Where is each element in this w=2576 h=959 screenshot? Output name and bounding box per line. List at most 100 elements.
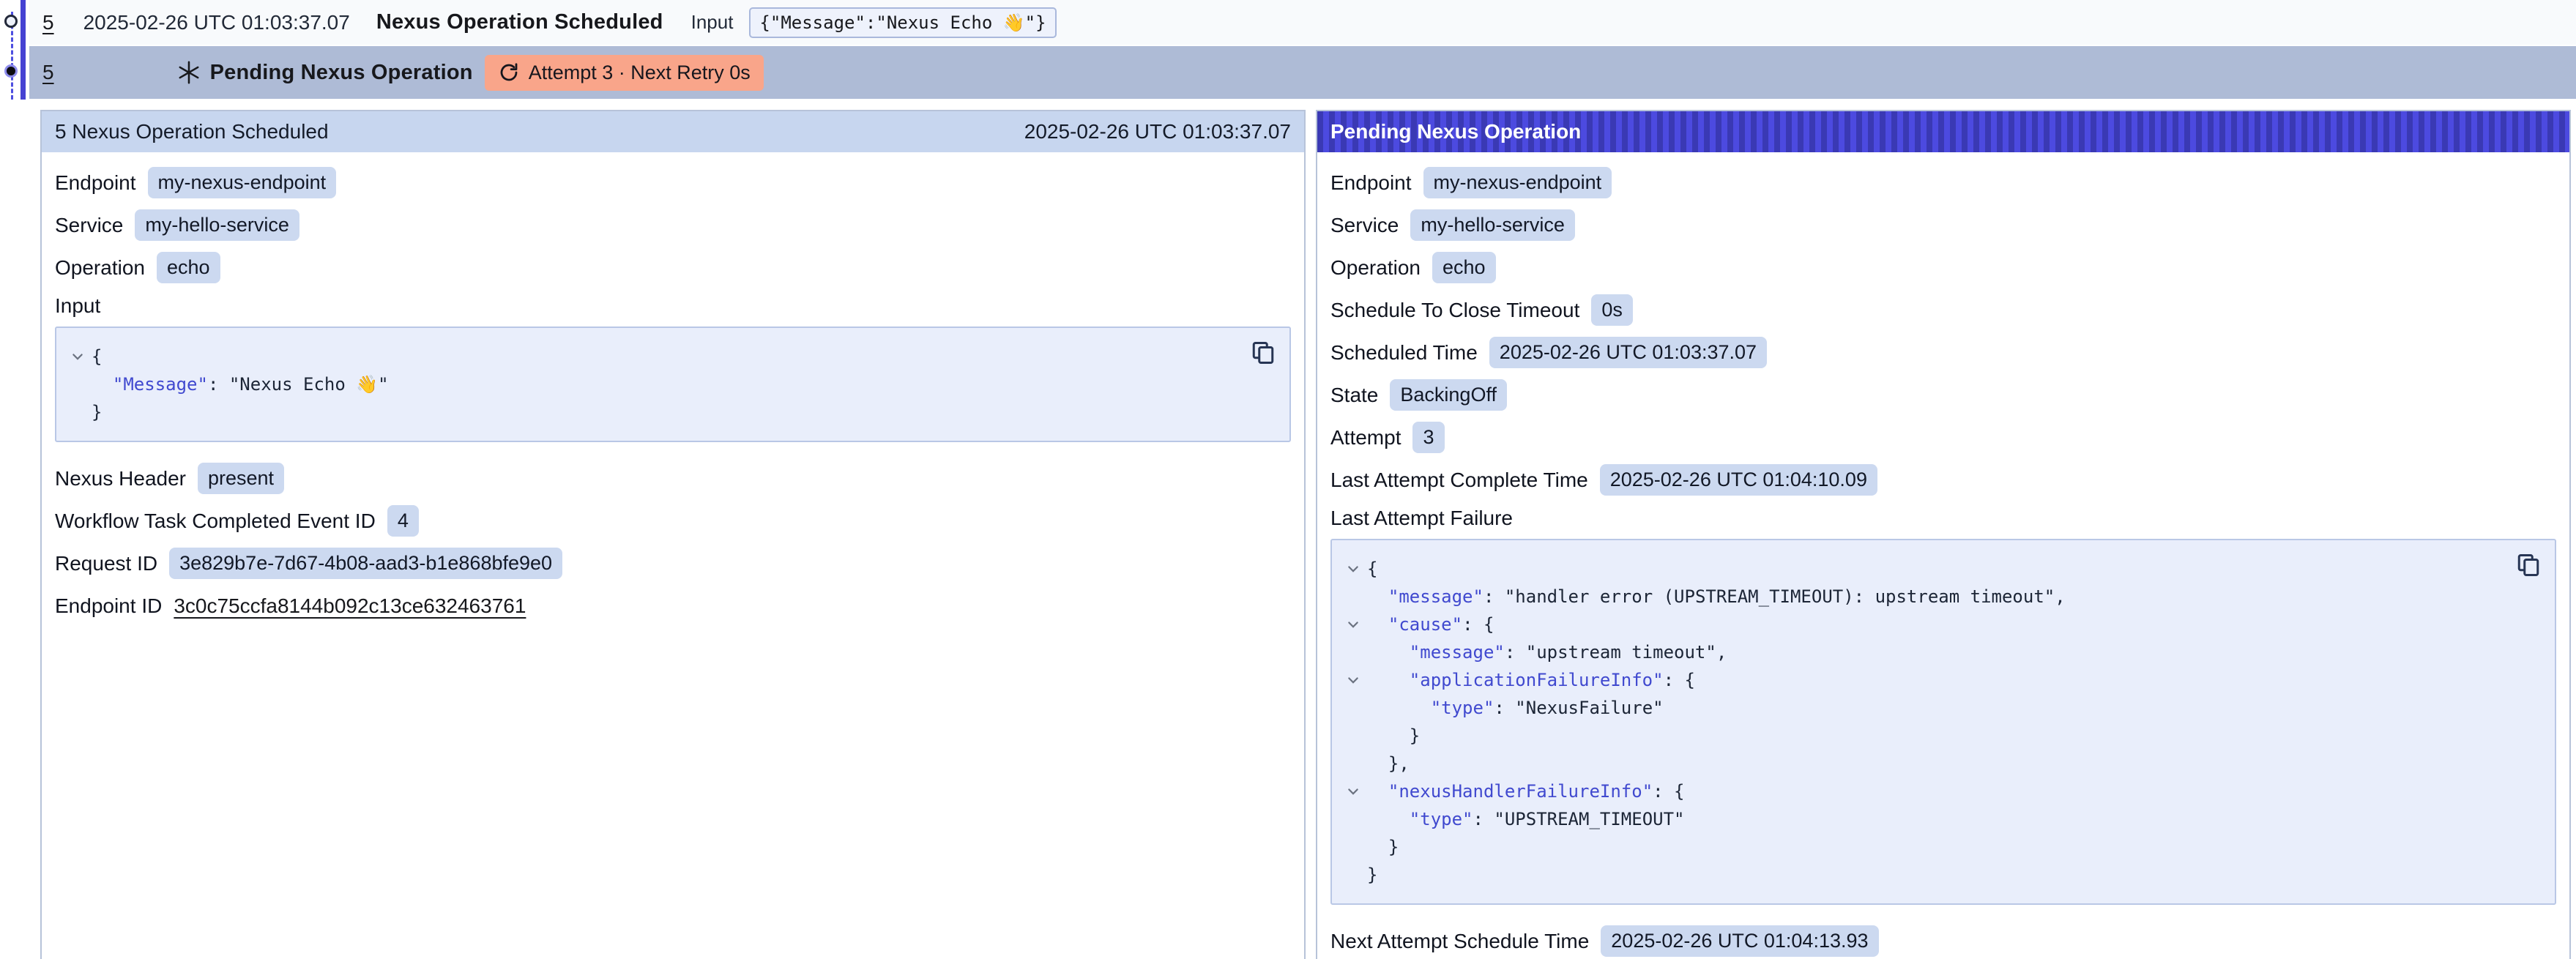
code-gutter: [64, 370, 92, 398]
collapse-chevron-icon[interactable]: [1339, 666, 1367, 694]
event-input-label: Input: [691, 11, 734, 34]
nexus-event-history-view: { "colors": { "selected_row_bg": "#aebbd…: [0, 0, 2576, 956]
detail-field-nexus-header: Nexus Header present: [55, 463, 1291, 494]
code-gutter: [1339, 583, 1367, 611]
json-line-text: }: [1367, 861, 1377, 889]
collapse-chevron-icon[interactable]: [1339, 777, 1367, 805]
field-label: Schedule To Close Timeout: [1330, 299, 1579, 322]
json-line-text: },: [1367, 750, 1410, 777]
code-gutter: [1339, 750, 1367, 777]
field-value-badge: present: [198, 463, 284, 494]
json-line-text: }: [1367, 722, 1420, 750]
json-line: }: [1339, 833, 2504, 861]
detail-field-operation: Operationecho: [1330, 252, 2556, 283]
collapse-chevron-icon[interactable]: [1339, 555, 1367, 583]
event-id-link[interactable]: 5: [42, 11, 54, 34]
event-row-pending-nexus-operation[interactable]: 5 Pending Nexus Operation Attempt 3 · Ne…: [29, 46, 2576, 99]
field-value-badge: 4: [387, 505, 419, 537]
json-line: }: [1339, 722, 2504, 750]
field-label: Endpoint ID: [55, 594, 162, 618]
retry-badge-text: Attempt 3 · Next Retry 0s: [529, 61, 751, 84]
event-input-preview-chip[interactable]: {"Message":"Nexus Echo 👋"}: [749, 7, 1056, 38]
json-line: "Message": "Nexus Echo 👋": [64, 370, 1238, 398]
field-label: Attempt: [1330, 426, 1401, 449]
json-line: "type": "UPSTREAM_TIMEOUT": [1339, 805, 2504, 833]
json-line-text: "cause": {: [1367, 611, 1494, 638]
field-label: Operation: [55, 256, 145, 280]
field-label: Request ID: [55, 552, 157, 575]
detail-field-last-attempt-complete-time: Last Attempt Complete Time2025-02-26 UTC…: [1330, 464, 2556, 496]
event-title: Nexus Operation Scheduled: [376, 10, 663, 34]
json-line: "type": "NexusFailure": [1339, 694, 2504, 722]
json-line: "cause": {: [1339, 611, 2504, 638]
field-label: State: [1330, 384, 1378, 407]
code-gutter: [1339, 722, 1367, 750]
collapse-chevron-icon[interactable]: [1339, 611, 1367, 638]
json-line: "message": "handler error (UPSTREAM_TIME…: [1339, 583, 2504, 611]
retry-icon: [498, 61, 520, 83]
field-value-badge: echo: [157, 252, 220, 283]
last-attempt-failure-json-viewer: { "message": "handler error (UPSTREAM_TI…: [1330, 539, 2556, 905]
detail-field-next-attempt-schedule-time: Next Attempt Schedule Time 2025-02-26 UTC…: [1330, 925, 2556, 957]
json-line-text: "message": "handler error (UPSTREAM_TIME…: [1367, 583, 2066, 611]
json-line-text: "Message": "Nexus Echo 👋": [92, 370, 389, 398]
code-block-label: Input: [55, 294, 1291, 318]
detail-field-endpoint: Endpointmy-nexus-endpoint: [1330, 167, 2556, 198]
json-line: }: [1339, 861, 2504, 889]
event-id-link[interactable]: 5: [42, 61, 54, 84]
event-row-nexus-operation-scheduled[interactable]: 5 2025-02-26 UTC 01:03:37.07 Nexus Opera…: [29, 0, 2576, 45]
field-value-badge: my-hello-service: [1410, 209, 1575, 241]
json-line-text: "nexusHandlerFailureInfo": {: [1367, 777, 1685, 805]
code-gutter: [1339, 694, 1367, 722]
field-value-badge: 0s: [1591, 294, 1633, 326]
detail-field-scheduled-time: Scheduled Time2025-02-26 UTC 01:03:37.07: [1330, 337, 2556, 368]
event-timestamp: 2025-02-26 UTC 01:03:37.07: [83, 11, 350, 34]
field-value-badge: 3e829b7e-7d67-4b08-aad3-b1e868bfe9e0: [169, 548, 562, 579]
endpoint-id-link[interactable]: 3c0c75ccfa8144b092c13ce632463761: [174, 594, 526, 618]
detail-field-request-id: Request ID 3e829b7e-7d67-4b08-aad3-b1e868…: [55, 548, 1291, 579]
pending-asterisk-icon: [176, 60, 201, 85]
json-line-text: "applicationFailureInfo": {: [1367, 666, 1695, 694]
field-label: Nexus Header: [55, 467, 186, 490]
detail-field-attempt: Attempt 3: [1330, 422, 2556, 453]
field-label: Next Attempt Schedule Time: [1330, 930, 1589, 953]
panel-title: 5 Nexus Operation Scheduled: [55, 120, 329, 143]
json-line-text: {: [1367, 555, 1377, 583]
detail-field-service: Service my-hello-service: [1330, 209, 2556, 241]
field-label: Workflow Task Completed Event ID: [55, 510, 376, 533]
detail-field-service: Servicemy-hello-service: [55, 209, 1291, 241]
field-value-badge: 3: [1412, 422, 1444, 453]
json-line-text: "type": "UPSTREAM_TIMEOUT": [1367, 805, 1684, 833]
copy-icon[interactable]: [1250, 340, 1276, 366]
json-line-text: {: [92, 343, 102, 370]
event-detail-panel-scheduled: 5 Nexus Operation Scheduled 2025-02-26 U…: [40, 110, 1306, 959]
collapse-chevron-icon[interactable]: [64, 343, 92, 370]
timeline-active-bar: [21, 0, 26, 100]
field-value-badge: BackingOff: [1390, 379, 1507, 411]
code-gutter: [64, 398, 92, 426]
field-label: Service: [1330, 214, 1399, 237]
code-gutter: [1339, 861, 1367, 889]
detail-field-workflow-task-completed-event-id: Workflow Task Completed Event ID 4: [55, 505, 1291, 537]
json-line: {: [64, 343, 1238, 370]
json-line: "nexusHandlerFailureInfo": {: [1339, 777, 2504, 805]
json-line: }: [64, 398, 1238, 426]
event-title: Pending Nexus Operation: [210, 61, 473, 85]
timeline-node-open-icon: [4, 15, 18, 28]
field-label: Endpoint: [1330, 171, 1412, 195]
copy-icon[interactable]: [2515, 552, 2542, 578]
json-line: "message": "upstream timeout",: [1339, 638, 2504, 666]
field-value-badge: 2025-02-26 UTC 01:04:10.09: [1600, 464, 1877, 496]
code-gutter: [1339, 638, 1367, 666]
json-line: "applicationFailureInfo": {: [1339, 666, 2504, 694]
json-line-text: "message": "upstream timeout",: [1367, 638, 1727, 666]
field-value-badge: 2025-02-26 UTC 01:04:13.93: [1601, 925, 1878, 957]
panel-body-pending: Endpointmy-nexus-endpoint Service my-hello…: [1317, 152, 2569, 957]
panel-header-pending: Pending Nexus Operation: [1317, 111, 2569, 152]
field-label: Endpoint: [55, 171, 136, 195]
field-label: Operation: [1330, 256, 1421, 280]
detail-field-endpoint: Endpointmy-nexus-endpoint: [55, 167, 1291, 198]
json-line: },: [1339, 750, 2504, 777]
input-json-viewer: { "Message": "Nexus Echo 👋"}: [55, 326, 1291, 442]
code-block-label: Last Attempt Failure: [1330, 507, 2556, 530]
